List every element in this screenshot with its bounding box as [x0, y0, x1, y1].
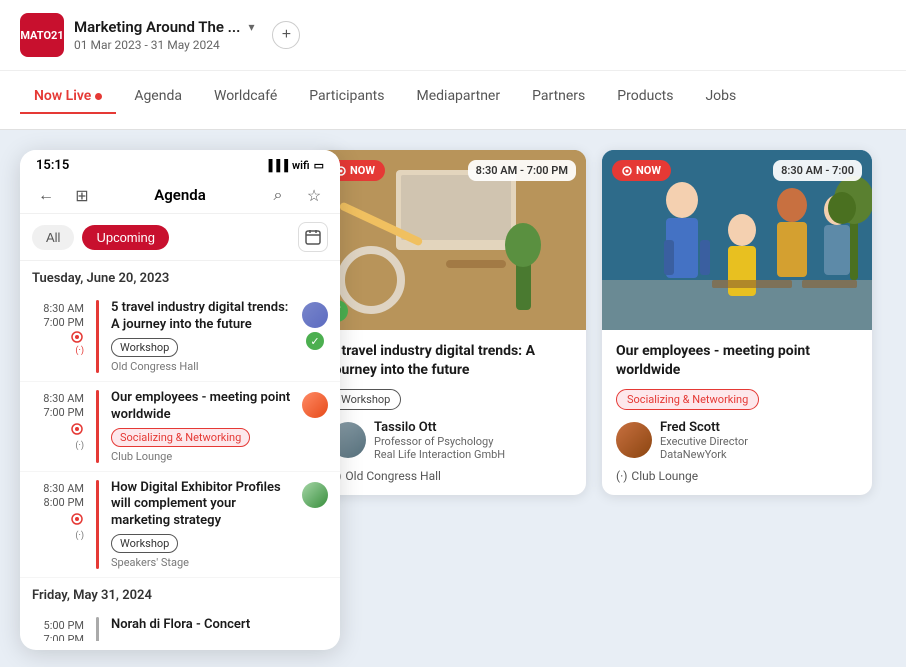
list-item[interactable]: 5:00 PM 7:00 PM Norah di Flora - Concert	[20, 609, 340, 641]
filter-all-button[interactable]: All	[32, 225, 74, 250]
card-body-2: Our employees - meeting point worldwide …	[602, 330, 872, 495]
card-time-2: 8:30 AM - 7:00	[773, 160, 862, 181]
back-button[interactable]: ←	[32, 181, 60, 209]
speaker-info-1: Tassilo Ott Professor of Psychology Real…	[374, 420, 505, 461]
check-circle-icon: ✓	[306, 332, 324, 350]
tab-jobs[interactable]: Jobs	[691, 80, 750, 114]
card-body-1: 5 travel industry digital trends: A jour…	[316, 330, 586, 495]
list-item[interactable]: 8:30 AM 8:00 PM (·) How Digital Exhibito…	[20, 472, 340, 579]
card-title-1: 5 travel industry digital trends: A jour…	[330, 342, 572, 380]
speaker-avatar-2	[616, 422, 652, 458]
event-date: 01 Mar 2023 - 31 May 2024	[74, 38, 254, 52]
card-title-2: Our employees - meeting point worldwide	[616, 342, 858, 380]
main-content: 15:15 ▐▐▐ wifi ▭ ← ⊞ Agenda ⌕ ☆ All Upco…	[0, 130, 906, 667]
session-details: Our employees - meeting point worldwide …	[111, 390, 294, 463]
avatar	[302, 482, 328, 508]
event-info: Marketing Around The ... ▾ 01 Mar 2023 -…	[74, 18, 254, 52]
phone-screen-title: Agenda	[104, 186, 256, 204]
star-icon[interactable]: ☆	[300, 181, 328, 209]
top-bar: MATO21 Marketing Around The ... ▾ 01 Mar…	[0, 0, 906, 130]
live-badge	[70, 330, 84, 344]
event-card-2[interactable]: NOW 8:30 AM - 7:00 Our employees - meeti…	[602, 150, 872, 495]
session-bar	[96, 480, 99, 570]
schedule-content: Tuesday, June 20, 2023 8:30 AM 7:00 PM (…	[20, 261, 340, 641]
event-logo: MATO21	[20, 13, 64, 57]
session-time: 8:30 AM 8:00 PM (·)	[32, 480, 84, 570]
session-details: How Digital Exhibitor Profiles will comp…	[111, 480, 294, 570]
tab-worldcafe[interactable]: Worldcafé	[200, 80, 291, 114]
date-header-2: Friday, May 31, 2024	[20, 578, 340, 609]
tab-agenda[interactable]: Agenda	[120, 80, 196, 114]
live-dot	[95, 93, 102, 100]
tab-products[interactable]: Products	[603, 80, 687, 114]
calendar-icon[interactable]	[298, 222, 328, 252]
session-bar	[96, 300, 99, 373]
date-header-1: Tuesday, June 20, 2023	[20, 261, 340, 292]
card-speaker-1: Tassilo Ott Professor of Psychology Real…	[330, 420, 572, 461]
chevron-down-icon[interactable]: ▾	[248, 20, 254, 34]
phone-status-bar: 15:15 ▐▐▐ wifi ▭	[20, 150, 340, 177]
nav-tabs: Now Live Agenda Worldcafé Participants M…	[0, 70, 906, 114]
search-icon[interactable]: ⌕	[264, 181, 292, 209]
battery-icon: ▭	[314, 159, 324, 172]
location-icon: (·)	[616, 469, 627, 483]
session-bar	[96, 617, 99, 641]
phone-time: 15:15	[36, 158, 69, 173]
filter-icon[interactable]: ⊞	[68, 181, 96, 209]
session-time: 5:00 PM 7:00 PM	[32, 617, 84, 641]
card-location-1: (·) Old Congress Hall	[330, 469, 572, 483]
signal-icon: ▐▐▐	[265, 159, 288, 172]
avatar	[302, 392, 328, 418]
card-location-2: (·) Club Lounge	[616, 469, 858, 483]
add-button[interactable]: +	[272, 21, 300, 49]
avatar	[302, 302, 328, 328]
event-header: MATO21 Marketing Around The ... ▾ 01 Mar…	[0, 0, 906, 70]
session-details: Norah di Flora - Concert	[111, 617, 328, 641]
card-image-1: NOW 8:30 AM - 7:00 PM ✓	[316, 150, 586, 330]
wifi-icon: wifi	[292, 159, 310, 172]
card-tag-1: Workshop	[330, 389, 401, 410]
card-now-badge-2: NOW	[612, 160, 671, 181]
session-time: 8:30 AM 7:00 PM (·)	[32, 390, 84, 463]
speaker-info-2: Fred Scott Executive Director DataNewYor…	[660, 420, 748, 461]
tab-participants[interactable]: Participants	[295, 80, 398, 114]
session-details: 5 travel industry digital trends: A jour…	[111, 300, 294, 373]
card-speaker-2: Fred Scott Executive Director DataNewYor…	[616, 420, 858, 461]
filter-tabs: All Upcoming	[20, 214, 340, 261]
phone-nav-bar: ← ⊞ Agenda ⌕ ☆	[20, 177, 340, 214]
tab-mediapartner[interactable]: Mediapartner	[403, 80, 515, 114]
event-card-1[interactable]: NOW 8:30 AM - 7:00 PM ✓ 5 travel industr…	[316, 150, 586, 495]
tab-partners[interactable]: Partners	[518, 80, 599, 114]
session-bar	[96, 390, 99, 463]
card-time-1: 8:30 AM - 7:00 PM	[468, 160, 576, 181]
card-image-2: NOW 8:30 AM - 7:00	[602, 150, 872, 330]
card-tag-2: Socializing & Networking	[616, 389, 759, 410]
cards-area: NOW 8:30 AM - 7:00 PM ✓ 5 travel industr…	[356, 150, 886, 667]
status-icons: ▐▐▐ wifi ▭	[265, 159, 324, 172]
filter-upcoming-button[interactable]: Upcoming	[82, 225, 169, 250]
phone-mockup: 15:15 ▐▐▐ wifi ▭ ← ⊞ Agenda ⌕ ☆ All Upco…	[20, 150, 340, 650]
list-item[interactable]: 8:30 AM 7:00 PM (·) Our employees - meet…	[20, 382, 340, 472]
session-time: 8:30 AM 7:00 PM (·)	[32, 300, 84, 373]
tab-now-live[interactable]: Now Live	[20, 80, 116, 114]
event-name: Marketing Around The ...	[74, 18, 240, 36]
list-item[interactable]: 8:30 AM 7:00 PM (·) 5 travel industry di…	[20, 292, 340, 382]
